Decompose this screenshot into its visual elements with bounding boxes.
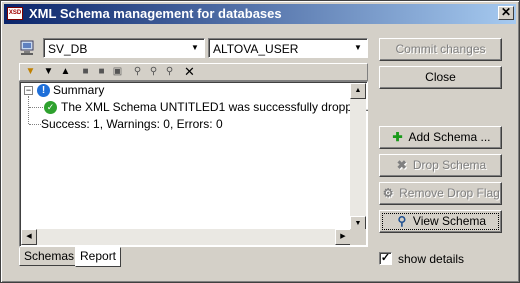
- close-button[interactable]: Close: [379, 66, 502, 89]
- scroll-left-icon[interactable]: ◀: [21, 229, 37, 245]
- find-icon[interactable]: ⚲: [130, 65, 145, 79]
- add-plus-icon: ✚: [392, 130, 403, 144]
- chevron-down-icon[interactable]: ▼: [351, 41, 365, 55]
- find-next-icon[interactable]: ⚲: [146, 65, 161, 79]
- collapse-expander[interactable]: −: [24, 86, 33, 95]
- clear-icon[interactable]: ▣: [110, 65, 125, 79]
- commit-changes-button[interactable]: Commit changes: [379, 38, 502, 61]
- copy-all-icon[interactable]: ■: [94, 65, 109, 79]
- add-schema-button[interactable]: ✚ Add Schema ...: [379, 126, 502, 149]
- filter-icon[interactable]: ▼: [23, 65, 38, 79]
- next-icon[interactable]: ▼: [41, 65, 56, 79]
- drop-message: The XML Schema UNTITLED1 was successfull…: [61, 100, 369, 114]
- chevron-down-icon[interactable]: ▼: [188, 41, 202, 55]
- previous-icon[interactable]: ▲: [58, 65, 73, 79]
- tree-connector: [29, 124, 41, 125]
- tree-connector: [29, 107, 43, 108]
- scroll-right-icon[interactable]: ▶: [335, 229, 351, 245]
- view-schema-label: View Schema: [412, 214, 487, 228]
- database-value: SV_DB: [48, 42, 88, 56]
- close-window-button[interactable]: ✕: [498, 6, 514, 20]
- tab-schemas[interactable]: Schemas: [19, 247, 80, 266]
- title-bar[interactable]: XSD XML Schema management for databases …: [4, 4, 516, 24]
- report-output-panel[interactable]: − ! Summary ✓ The XML Schema UNTITLED1 w…: [19, 81, 369, 247]
- user-select[interactable]: ALTOVA_USER ▼: [208, 38, 368, 58]
- success-check-icon: ✓: [44, 101, 57, 114]
- magnifier-icon: ⚲: [397, 214, 407, 228]
- scroll-up-icon[interactable]: ▲: [350, 83, 366, 99]
- xsd-app-icon: XSD: [7, 7, 23, 20]
- tree-connector: [28, 96, 29, 124]
- copy-icon[interactable]: ■: [78, 65, 93, 79]
- drop-x-icon: ✖: [396, 158, 407, 172]
- tab-report[interactable]: Report: [75, 247, 122, 267]
- database-connection-icon: [20, 40, 34, 55]
- vertical-scrollbar[interactable]: ▲ ▼: [350, 83, 366, 232]
- summary-label: Summary: [53, 83, 105, 97]
- schema-management-dialog: XSD XML Schema management for databases …: [0, 0, 520, 283]
- info-icon: !: [37, 84, 50, 97]
- window-title: XML Schema management for databases: [29, 6, 282, 21]
- remove-drop-flag-label: Remove Drop Flag: [399, 186, 500, 200]
- horizontal-scrollbar[interactable]: ◀ ▶: [21, 229, 351, 245]
- scrollbar-corner: [350, 229, 366, 245]
- commit-changes-label: Commit changes: [395, 42, 486, 56]
- user-value: ALTOVA_USER: [213, 42, 299, 56]
- close-label: Close: [425, 70, 456, 84]
- show-details-label[interactable]: show details: [398, 252, 464, 266]
- remove-drop-flag-button[interactable]: ⚙ Remove Drop Flag: [379, 182, 502, 205]
- drop-schema-label: Drop Schema: [412, 158, 487, 172]
- find-previous-icon[interactable]: ⚲: [162, 65, 177, 79]
- view-schema-button[interactable]: ⚲ View Schema: [379, 210, 502, 233]
- database-select[interactable]: SV_DB ▼: [43, 38, 205, 58]
- show-details-checkbox[interactable]: ✓: [379, 252, 392, 265]
- result-summary: Success: 1, Warnings: 0, Errors: 0: [41, 117, 223, 131]
- report-toolbar: ▼ ▼ ▲ ■ ■ ▣ ⚲ ⚲ ⚲ ✕: [19, 63, 368, 81]
- clear-list-icon[interactable]: ✕: [182, 65, 197, 79]
- add-schema-label: Add Schema ...: [408, 130, 491, 144]
- remove-flag-icon: ⚙: [382, 186, 394, 200]
- drop-schema-button[interactable]: ✖ Drop Schema: [379, 154, 502, 177]
